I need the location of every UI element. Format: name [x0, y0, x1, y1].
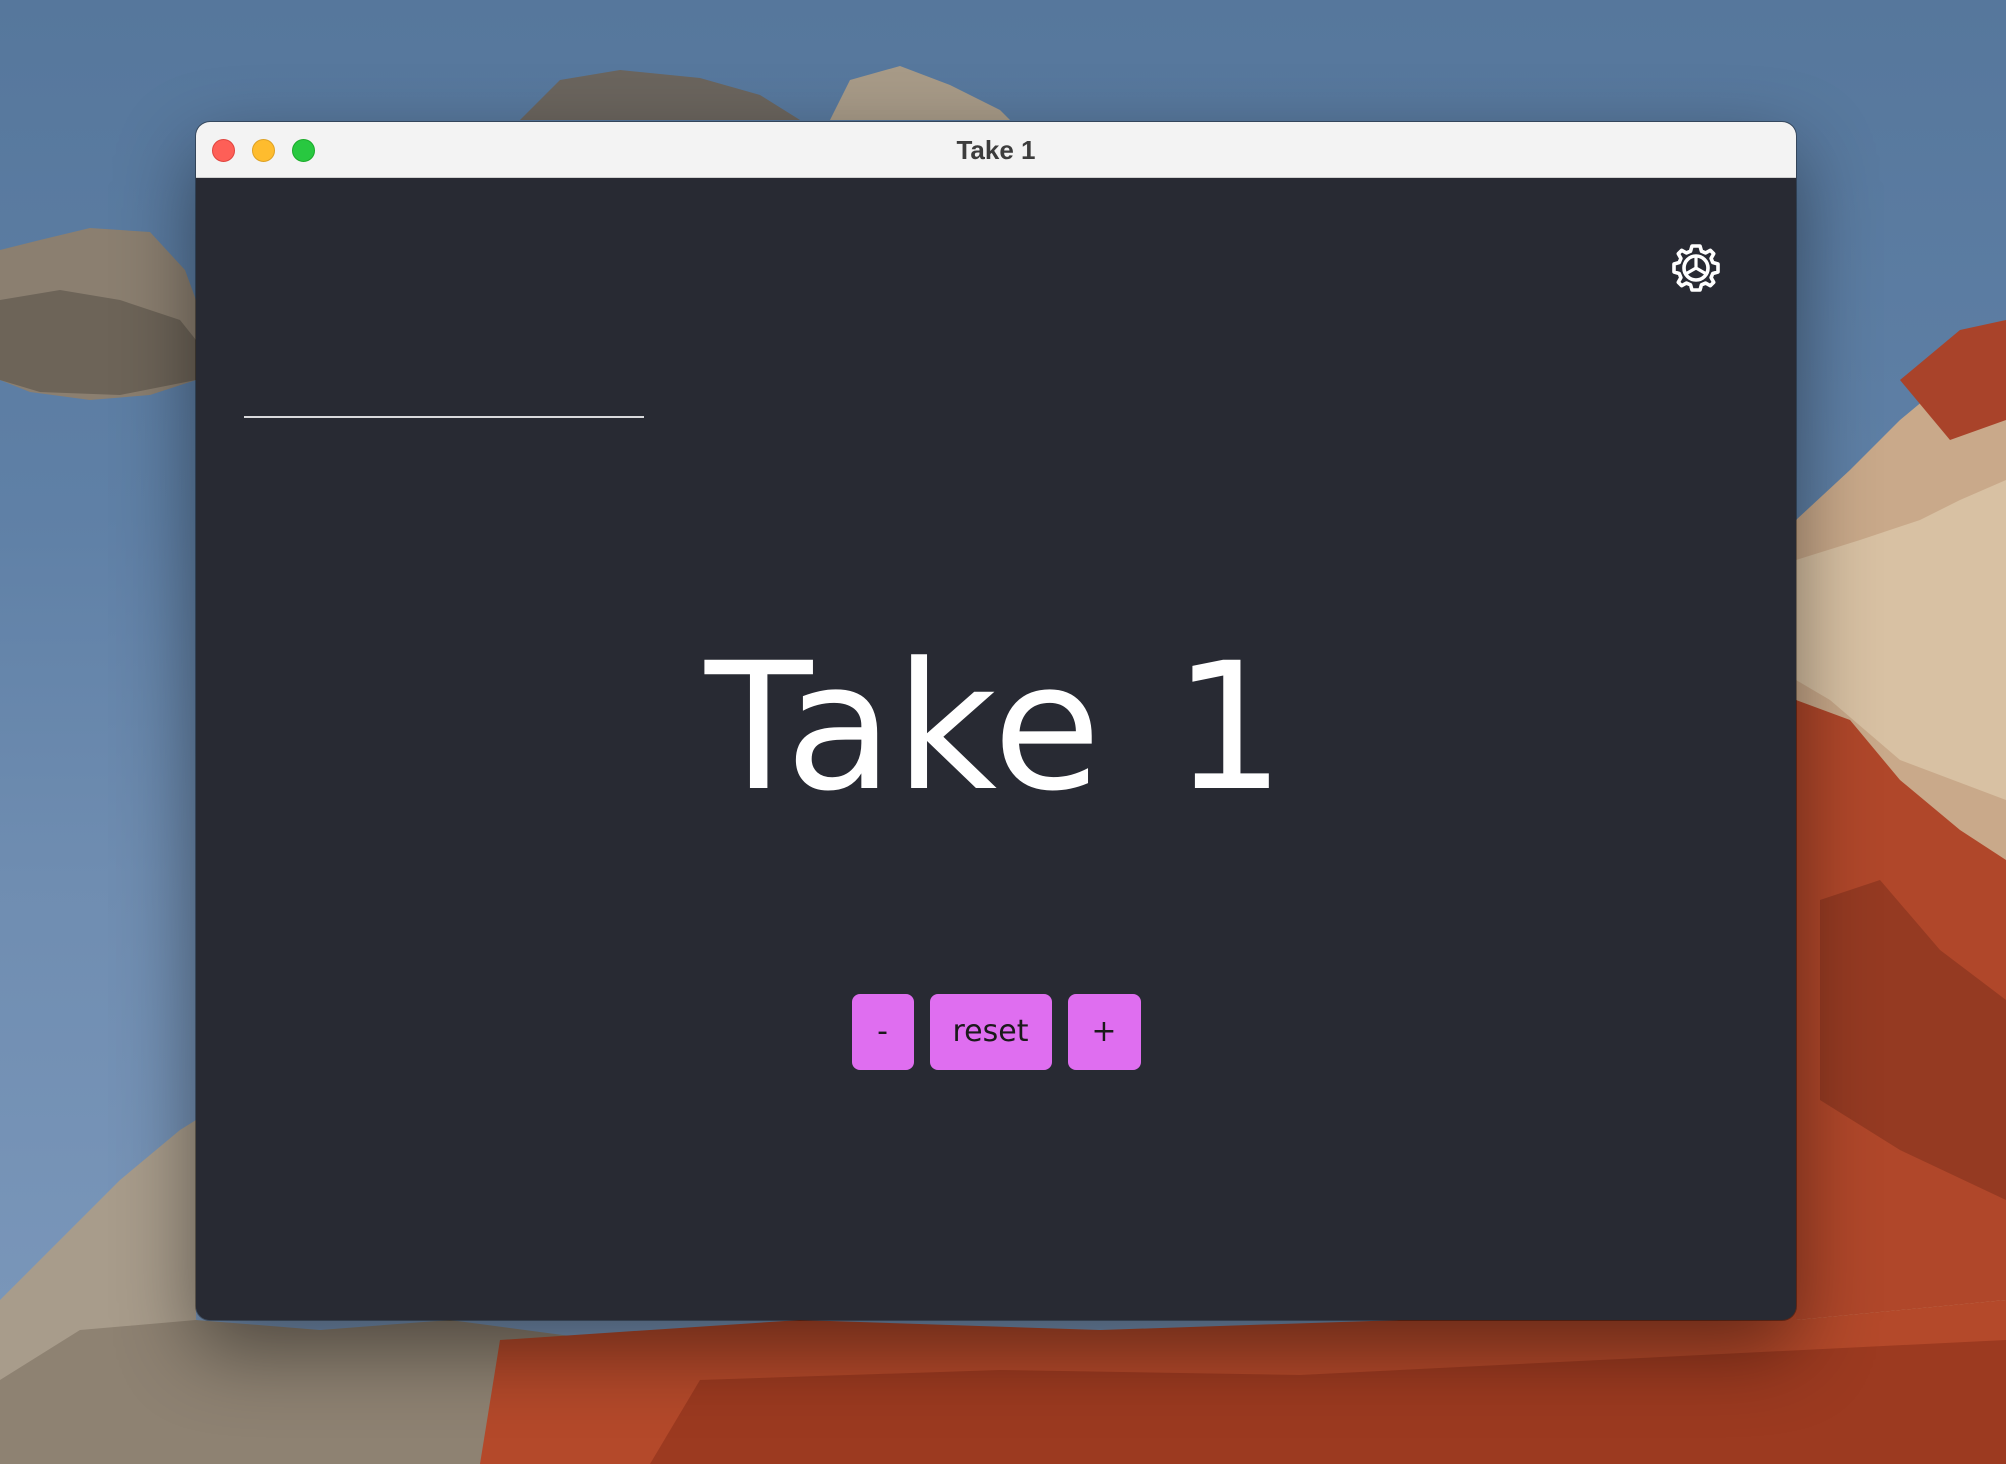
- decrement-button[interactable]: -: [851, 994, 914, 1070]
- increment-button[interactable]: +: [1067, 994, 1141, 1070]
- main-content: Take 1 - reset +: [196, 178, 1796, 1320]
- gear-icon: [1672, 244, 1720, 292]
- title-bar[interactable]: Take 1: [196, 122, 1796, 178]
- take-word: Take: [704, 625, 1104, 830]
- app-window: Take 1 Take 1 - reset +: [196, 122, 1796, 1320]
- take-display: Take 1: [196, 628, 1796, 828]
- take-controls: - reset +: [196, 994, 1796, 1070]
- take-number: 1: [1173, 625, 1288, 830]
- name-input[interactable]: [244, 378, 644, 418]
- settings-button[interactable]: [1668, 240, 1724, 296]
- window-title: Take 1: [956, 135, 1036, 165]
- reset-button[interactable]: reset: [929, 994, 1052, 1070]
